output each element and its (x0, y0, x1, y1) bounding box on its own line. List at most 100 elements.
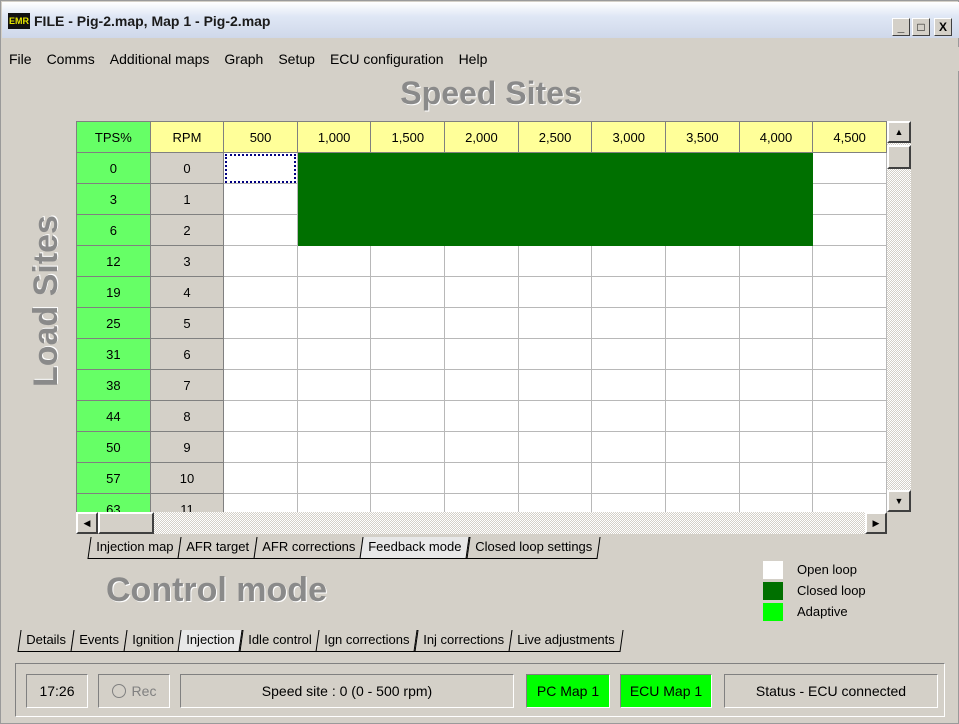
map-cell-open[interactable] (444, 400, 519, 432)
menu-setup[interactable]: Setup (271, 51, 323, 67)
map-cell-open[interactable] (591, 431, 667, 463)
map-cell-open[interactable] (296, 400, 372, 432)
map-cell-open[interactable] (665, 307, 740, 339)
map-cell-open[interactable] (812, 214, 887, 246)
map-cell-open[interactable] (223, 369, 298, 401)
map-cell-closed[interactable] (444, 152, 519, 184)
map-cell-open[interactable] (370, 338, 446, 370)
map-cell-open[interactable] (591, 338, 667, 370)
map-cell-open[interactable] (738, 493, 814, 512)
map-cell-open[interactable] (517, 369, 593, 401)
map-cell-closed[interactable] (444, 214, 519, 246)
map-cell-open[interactable] (517, 431, 593, 463)
map-cell-closed[interactable] (591, 214, 667, 246)
map-cell-open[interactable] (444, 338, 519, 370)
horizontal-scrollbar[interactable]: ◀ ▶ (76, 512, 887, 534)
menu-comms[interactable]: Comms (40, 51, 103, 67)
map-cell-open[interactable] (665, 245, 740, 277)
map-cell-open[interactable] (665, 369, 740, 401)
map-cell-open[interactable] (223, 214, 298, 246)
map-cell-closed[interactable] (444, 183, 519, 215)
map-cell-open[interactable] (517, 276, 593, 308)
map-cell-open[interactable] (517, 400, 593, 432)
map-cell-open[interactable] (665, 431, 740, 463)
map-cell-open[interactable] (223, 462, 298, 494)
menu-help[interactable]: Help (452, 51, 496, 67)
map-cell-open[interactable] (517, 493, 593, 512)
map-cell-open[interactable] (591, 307, 667, 339)
map-cell-closed[interactable] (665, 183, 740, 215)
menu-ecu-configuration[interactable]: ECU configuration (323, 51, 452, 67)
maximize-button[interactable]: □ (912, 18, 930, 36)
map-cell-open[interactable] (223, 338, 298, 370)
map-cell-open[interactable] (812, 338, 887, 370)
tab-idle-control[interactable]: Idle control (239, 630, 320, 652)
menu-file[interactable]: File (2, 51, 40, 67)
vertical-scrollbar[interactable]: ▲ ▼ (887, 121, 911, 512)
menu-additional-maps[interactable]: Additional maps (103, 51, 218, 67)
tab-ignition[interactable]: Ignition (122, 630, 182, 652)
map-cell-open[interactable] (223, 307, 298, 339)
map-cell-open[interactable] (812, 431, 887, 463)
map-cell-open[interactable] (223, 431, 298, 463)
map-cell-open[interactable] (370, 245, 446, 277)
map-cell-open[interactable] (444, 245, 519, 277)
subtab-injection-map[interactable]: Injection map (87, 537, 182, 559)
map-cell-open[interactable] (665, 462, 740, 494)
map-cell-open[interactable] (517, 307, 593, 339)
map-cell-open[interactable] (444, 431, 519, 463)
map-cell-closed[interactable] (296, 214, 372, 246)
map-cell-open[interactable] (444, 462, 519, 494)
map-cell-open[interactable] (812, 276, 887, 308)
map-cell-closed[interactable] (296, 152, 372, 184)
map-cell-closed[interactable] (370, 152, 446, 184)
tab-injection[interactable]: Injection (177, 630, 244, 652)
menu-graph[interactable]: Graph (217, 51, 271, 67)
map-cell-open[interactable] (812, 183, 887, 215)
map-cell-open[interactable] (223, 493, 298, 512)
map-cell-closed[interactable] (370, 183, 446, 215)
tab-events[interactable]: Events (70, 630, 128, 652)
minimize-button[interactable]: _ (892, 18, 910, 36)
map-cell-open[interactable] (296, 462, 372, 494)
map-cell-open[interactable] (812, 245, 887, 277)
map-cell-open[interactable] (591, 493, 667, 512)
map-cell-open[interactable] (296, 369, 372, 401)
map-cell-open[interactable] (517, 338, 593, 370)
map-cell-open[interactable] (591, 400, 667, 432)
tab-live-adjustments[interactable]: Live adjustments (508, 630, 623, 652)
map-cell-closed[interactable] (517, 214, 593, 246)
map-cell-open[interactable] (370, 493, 446, 512)
map-cell-open[interactable] (591, 369, 667, 401)
map-cell-open[interactable] (296, 493, 372, 512)
map-cell-closed[interactable] (738, 214, 814, 246)
map-cell-closed[interactable] (591, 183, 667, 215)
map-cell-open[interactable] (370, 276, 446, 308)
subtab-afr-corrections[interactable]: AFR corrections (253, 537, 364, 559)
map-cell-closed[interactable] (738, 152, 814, 184)
map-cell-open[interactable] (812, 369, 887, 401)
map-cell-open[interactable] (223, 400, 298, 432)
map-cell-open[interactable] (223, 183, 298, 215)
map-cell-closed[interactable] (738, 183, 814, 215)
map-cell-open[interactable] (370, 307, 446, 339)
map-cell-open[interactable] (738, 462, 814, 494)
map-cell-open[interactable] (812, 152, 887, 184)
tab-ign-corrections[interactable]: Ign corrections (315, 630, 419, 652)
map-cell-open[interactable] (223, 245, 298, 277)
tab-inj-corrections[interactable]: Inj corrections (414, 630, 513, 652)
map-cell-open[interactable] (296, 338, 372, 370)
record-toggle[interactable]: Rec (98, 674, 170, 708)
map-cell-open[interactable] (517, 462, 593, 494)
scroll-right-button[interactable]: ▶ (865, 512, 887, 534)
map-cell-open[interactable] (370, 462, 446, 494)
map-cell-open[interactable] (296, 307, 372, 339)
map-cell-open[interactable] (738, 307, 814, 339)
map-cell-open[interactable] (444, 307, 519, 339)
map-cell-open[interactable] (296, 276, 372, 308)
map-cell-selected[interactable] (223, 152, 298, 184)
map-cell-open[interactable] (591, 276, 667, 308)
map-cell-open[interactable] (296, 245, 372, 277)
close-button[interactable]: X (934, 18, 952, 36)
map-cell-open[interactable] (812, 462, 887, 494)
